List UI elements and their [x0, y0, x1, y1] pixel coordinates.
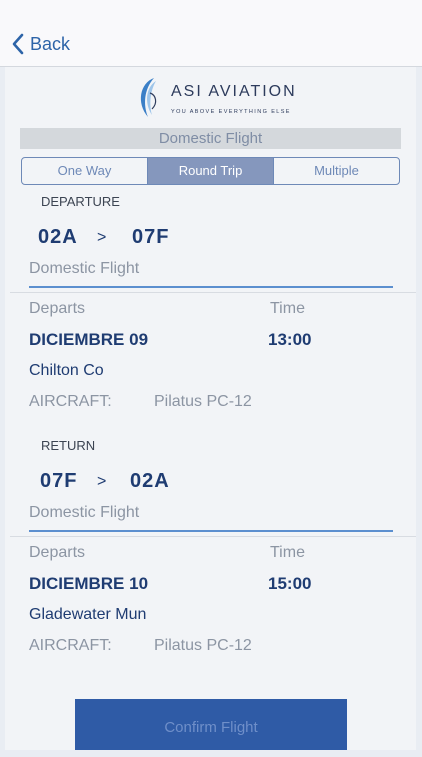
back-label: Back [30, 33, 71, 54]
departure-aircraft-label: AIRCRAFT: [29, 393, 112, 410]
section-title: Domestic Flight [20, 128, 401, 149]
departure-separator [10, 292, 416, 293]
return-separator [10, 536, 416, 537]
tab-round-trip[interactable]: Round Trip [147, 158, 273, 184]
return-divider [29, 530, 393, 532]
departure-flight-type: Domestic Flight [29, 260, 140, 277]
logo-tagline: YOU ABOVE EVERYTHING ELSE [171, 109, 291, 115]
departure-airport: Chilton Co [29, 362, 104, 379]
return-date: DICIEMBRE 10 [29, 574, 149, 593]
asi-aviation-logo: ASI AVIATION YOU ABOVE EVERYTHING ELSE [134, 73, 304, 121]
return-airport: Gladewater Mun [29, 606, 147, 623]
return-aircraft-label: AIRCRAFT: [29, 637, 112, 654]
departure-date: DICIEMBRE 09 [29, 330, 149, 349]
return-departs-label: Departs [29, 544, 86, 561]
return-time: 15:00 [268, 574, 312, 593]
tab-one-way[interactable]: One Way [22, 158, 147, 184]
chevron-left-icon [12, 33, 24, 55]
departure-time: 13:00 [268, 330, 312, 349]
flight-summary-card: ASI AVIATION YOU ABOVE EVERYTHING ELSE D… [5, 67, 416, 750]
departure-time-label: Time [270, 300, 305, 317]
return-heading: RETURN [41, 438, 96, 453]
return-to-code: 02A [130, 470, 170, 492]
departure-heading: DEPARTURE [41, 194, 120, 209]
return-from-code: 07F [40, 470, 78, 492]
return-aircraft: Pilatus PC-12 [154, 637, 252, 654]
confirm-flight-button[interactable]: Confirm Flight [75, 699, 347, 750]
departure-route-arrow: > [97, 229, 107, 246]
trip-type-segmented-control: One Way Round Trip Multiple [21, 157, 400, 185]
departure-departs-label: Departs [29, 300, 86, 317]
departure-aircraft: Pilatus PC-12 [154, 393, 252, 410]
departure-divider [29, 286, 393, 288]
return-flight-type: Domestic Flight [29, 504, 140, 521]
logo-swoosh-icon [140, 78, 157, 117]
departure-from-code: 02A [38, 226, 78, 248]
logo-title: ASI AVIATION [171, 83, 297, 100]
departure-to-code: 07F [132, 226, 170, 248]
navigation-bar: Back [0, 0, 422, 67]
tab-multiple[interactable]: Multiple [273, 158, 399, 184]
back-button[interactable]: Back [12, 30, 70, 58]
return-time-label: Time [270, 544, 305, 561]
return-route-arrow: > [97, 473, 107, 490]
